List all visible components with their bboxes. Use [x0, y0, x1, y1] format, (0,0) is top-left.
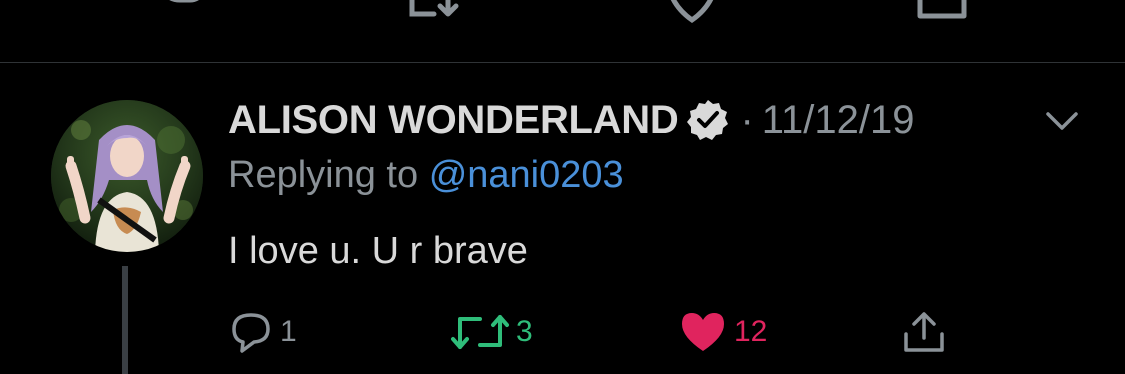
reply-button[interactable]: 1: [228, 308, 297, 356]
previous-tweet-actions: [0, 0, 1125, 62]
heart-icon: [682, 313, 724, 351]
reply-bubble-icon[interactable]: [150, 0, 210, 30]
retweet-icon[interactable]: [404, 0, 464, 30]
verified-badge-icon: [687, 100, 729, 140]
thread-line: [122, 266, 128, 374]
share-button[interactable]: [900, 308, 948, 356]
replying-handle[interactable]: @nani0203: [429, 154, 624, 196]
retweet-count: 3: [516, 315, 533, 348]
chevron-down-icon[interactable]: [1044, 106, 1080, 134]
tweet-date[interactable]: 11/12/19: [762, 98, 915, 143]
replying-prefix: Replying to: [228, 154, 419, 196]
retweet-icon: [451, 315, 509, 349]
reply-bubble-icon: [232, 313, 270, 353]
heart-icon[interactable]: [662, 0, 722, 30]
tweet-divider: [0, 62, 1125, 63]
share-icon[interactable]: [912, 0, 972, 30]
header-separator: ·: [740, 97, 754, 142]
retweet-button[interactable]: 3: [450, 308, 533, 356]
author-name[interactable]: ALISON WONDERLAND: [228, 98, 679, 143]
like-count: 12: [734, 315, 768, 348]
replying-to: Replying to @nani0203: [228, 154, 624, 197]
tweet-header: ALISON WONDERLAND · 11/12/19: [228, 96, 915, 144]
reply-count: 1: [280, 315, 297, 348]
like-button[interactable]: 12: [678, 308, 767, 356]
share-icon: [904, 312, 944, 352]
tweet-text: I love u. U r brave: [228, 230, 528, 272]
avatar[interactable]: [51, 100, 203, 252]
